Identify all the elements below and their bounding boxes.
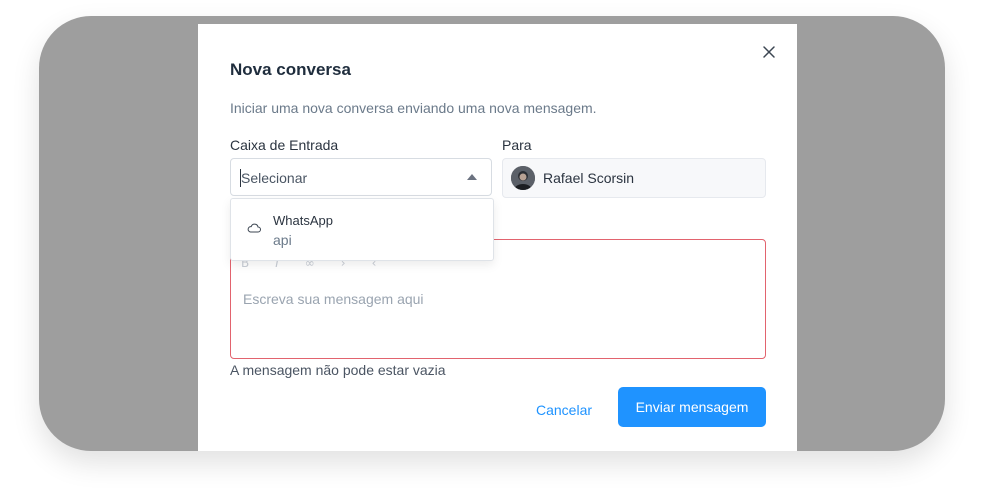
avatar bbox=[511, 166, 535, 190]
close-icon[interactable] bbox=[761, 44, 777, 60]
dialog-description: Iniciar uma nova conversa enviando uma n… bbox=[230, 100, 597, 116]
cancel-button[interactable]: Cancelar bbox=[528, 391, 600, 429]
caret-up-icon[interactable] bbox=[467, 174, 477, 180]
validation-error: A mensagem não pode estar vazia bbox=[230, 362, 446, 378]
inbox-dropdown: WhatsApp api bbox=[230, 198, 494, 261]
inbox-search-input[interactable] bbox=[241, 167, 451, 189]
inbox-option-whatsapp[interactable]: WhatsApp api bbox=[231, 199, 493, 260]
screenshot-frame: Nova conversa Iniciar uma nova conversa … bbox=[39, 16, 945, 451]
cloud-icon bbox=[247, 220, 261, 233]
inbox-label: Caixa de Entrada bbox=[230, 137, 339, 153]
option-subtitle: api bbox=[273, 232, 292, 248]
recipient-name: Rafael Scorsin bbox=[543, 170, 635, 186]
dialog-title: Nova conversa bbox=[230, 60, 351, 79]
message-placeholder[interactable]: Escreva sua mensagem aqui bbox=[243, 291, 424, 307]
new-conversation-dialog: Nova conversa Iniciar uma nova conversa … bbox=[198, 24, 797, 451]
option-name: WhatsApp bbox=[273, 213, 333, 228]
inbox-select[interactable] bbox=[230, 158, 492, 196]
recipient-field: Rafael Scorsin bbox=[502, 158, 766, 198]
recipient-label: Para bbox=[502, 137, 532, 153]
send-message-button[interactable]: Enviar mensagem bbox=[618, 387, 766, 427]
